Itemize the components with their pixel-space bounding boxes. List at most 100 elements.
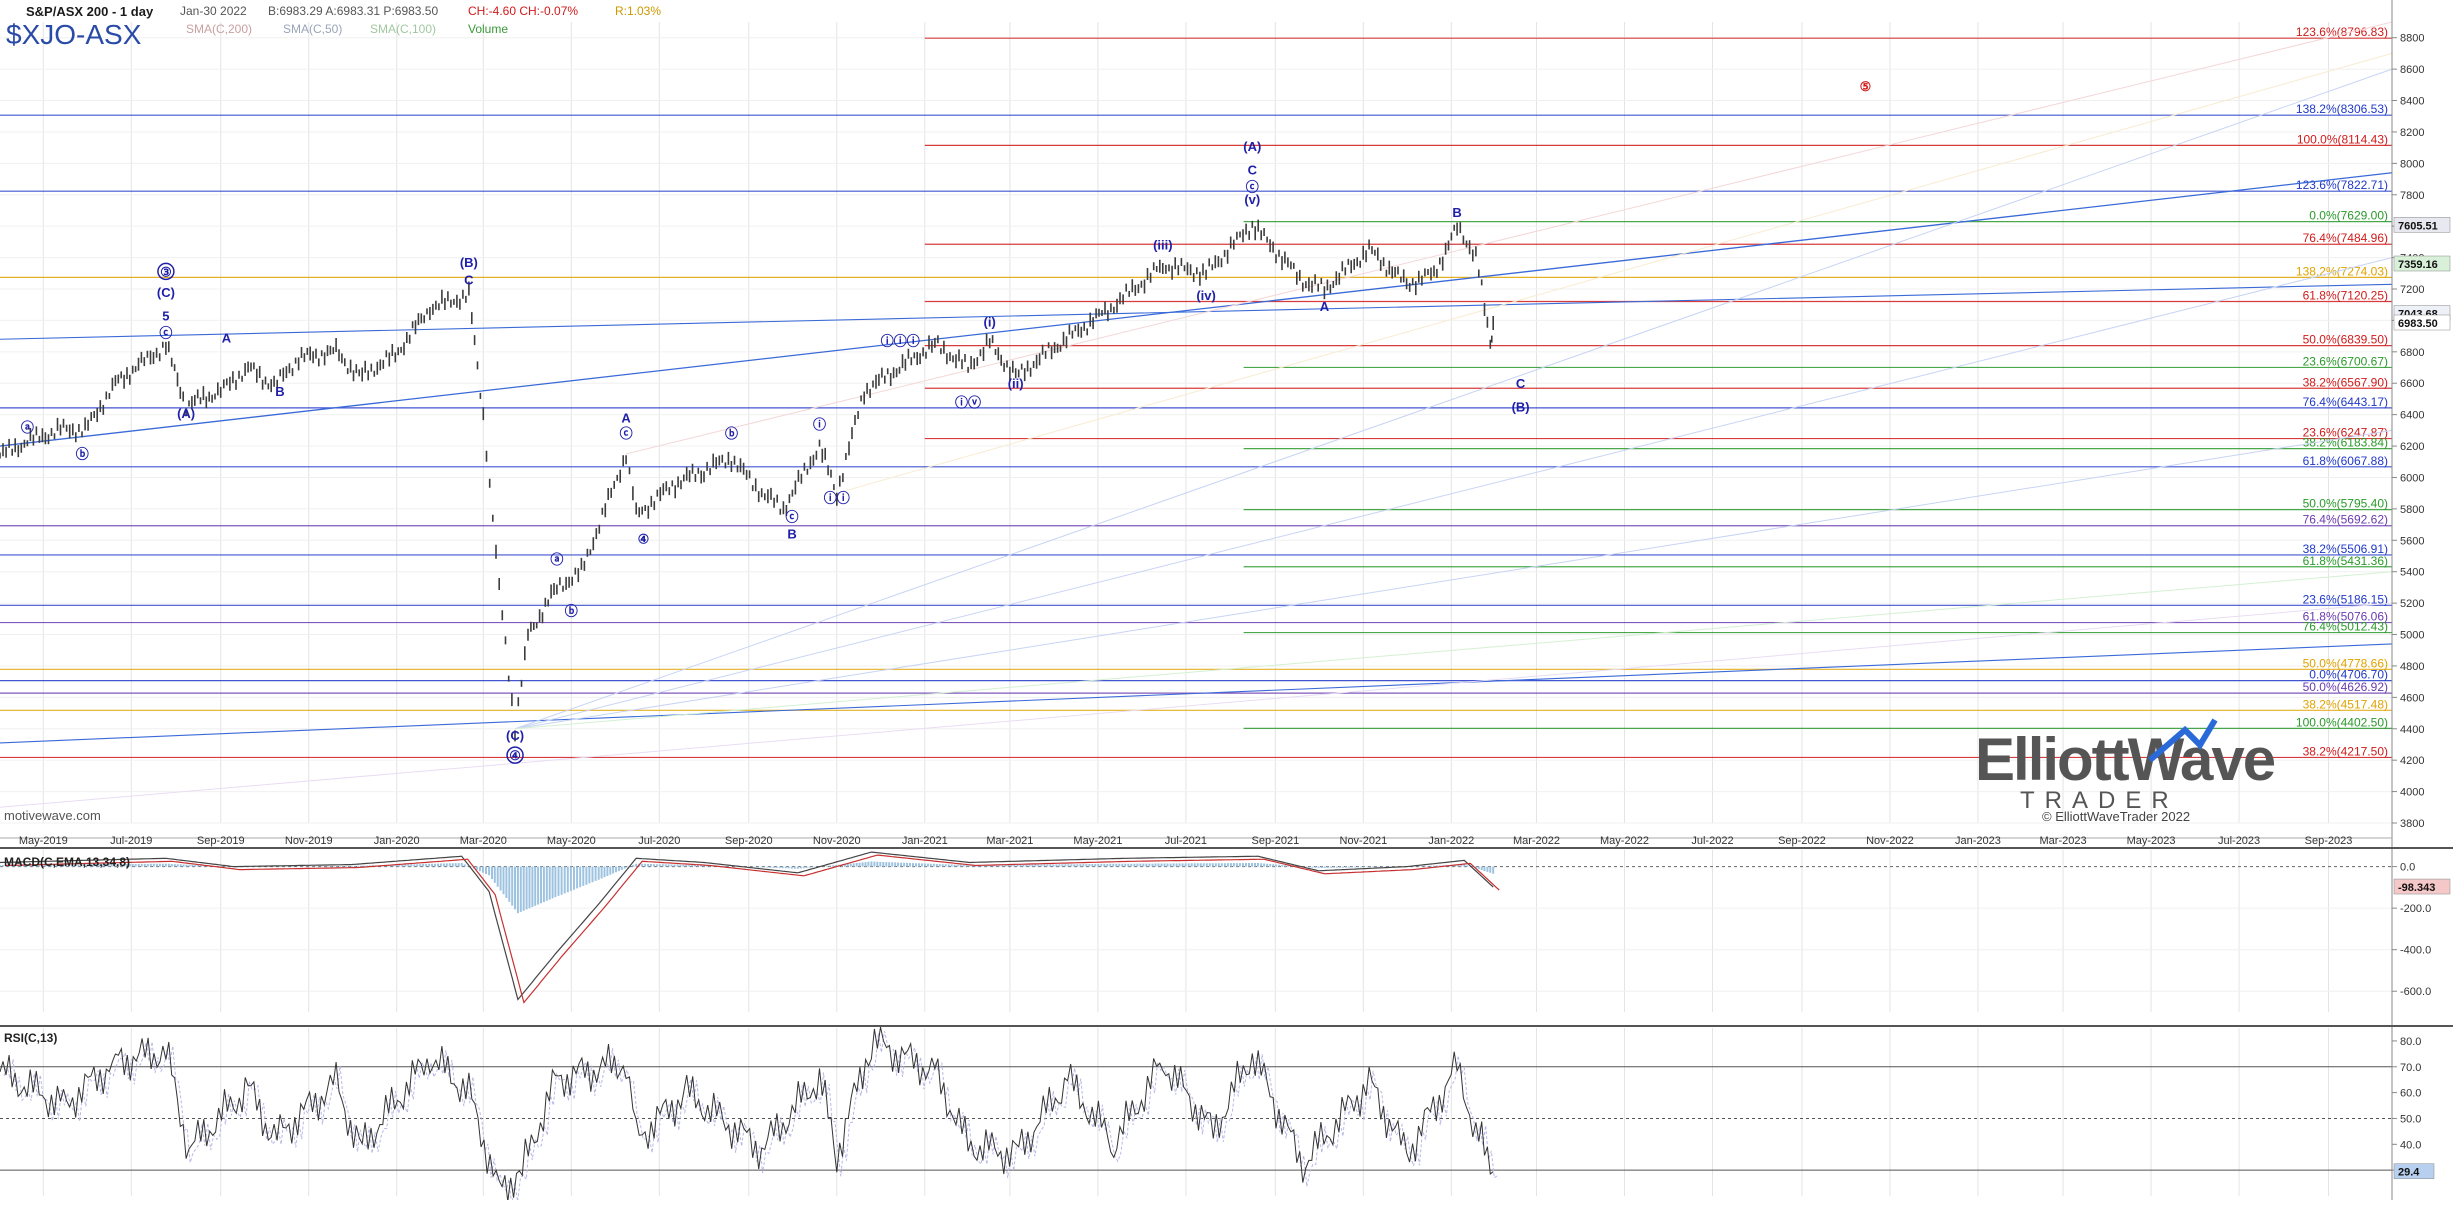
- x-tick-label: Nov-2021: [1340, 835, 1388, 847]
- x-tick-label: May-2019: [19, 835, 68, 847]
- rsi-line: [0, 1026, 1494, 1202]
- fib-level-label: 123.6%(7822.71): [2296, 178, 2388, 192]
- x-tick-label: Nov-2019: [285, 835, 333, 847]
- fib-level-label: 61.8%(7120.25): [2303, 289, 2388, 303]
- svg-text:ElliottWave: ElliottWave: [1975, 726, 2275, 793]
- fib-level-label: 23.6%(6700.67): [2303, 354, 2388, 368]
- x-tick-label: Jan-2021: [902, 835, 948, 847]
- x-tick-label: May-2020: [547, 835, 596, 847]
- trend-line: [515, 571, 2393, 730]
- trend-line: [514, 429, 2393, 730]
- x-tick-label: Sep-2023: [2305, 835, 2353, 847]
- y-tick-label: 5600: [2400, 535, 2424, 547]
- trend-line: [514, 68, 2393, 730]
- y-tick-label: 8400: [2400, 96, 2424, 108]
- y-tick-label: 5000: [2400, 630, 2424, 642]
- price-bars: [0, 219, 1494, 742]
- fib-level-label: 123.6%(8796.83): [2296, 25, 2388, 39]
- y-tick-label: 5800: [2400, 504, 2424, 516]
- x-tick-label: Sep-2020: [725, 835, 773, 847]
- x-tick-label: Nov-2022: [1866, 835, 1914, 847]
- fib-level-label: 76.4%(5012.43): [2303, 620, 2388, 634]
- fib-level-label: 61.8%(5431.36): [2303, 554, 2388, 568]
- wave-label: ⑤: [1860, 79, 1872, 94]
- fib-level-label: 50.0%(5795.40): [2303, 497, 2388, 511]
- macd-tick-label: -600.0: [2400, 986, 2431, 998]
- wave-label: ⓑ: [76, 447, 89, 462]
- x-tick-label: Jan-2022: [1428, 835, 1474, 847]
- wave-label: 5: [162, 308, 169, 323]
- header-change: CH:-4.60 CH:-0.07%: [468, 4, 578, 18]
- wave-label: ⓑ: [565, 604, 578, 619]
- y-tick-label: 6800: [2400, 347, 2424, 359]
- wave-label: (A): [1243, 139, 1261, 154]
- x-tick-label: Mar-2023: [2040, 835, 2087, 847]
- wave-label: ⓒ: [786, 509, 799, 524]
- x-tick-label: Mar-2020: [460, 835, 507, 847]
- fib-level-label: 138.2%(8306.53): [2296, 102, 2388, 116]
- symbol-name: $XJO-ASX: [6, 19, 142, 50]
- header-quote: B:6983.29 A:6983.31 P:6983.50: [268, 4, 438, 18]
- chart-root: 123.6%(8796.83) 138.2%(8306.53) 100.0%(811…: [0, 0, 2453, 1205]
- wave-label: B: [1452, 205, 1461, 220]
- y-tick-label: 4200: [2400, 755, 2424, 767]
- rsi-tick-label: 40.0: [2400, 1139, 2421, 1151]
- chart-title: S&P/ASX 200 - 1 day: [26, 4, 154, 19]
- wave-label: (C): [157, 285, 175, 300]
- wave-label: A: [1320, 299, 1330, 314]
- y-tick-label: 4800: [2400, 661, 2424, 673]
- study-sma100[interactable]: SMA(C,100): [370, 22, 436, 36]
- study-sma200[interactable]: SMA(C,200): [186, 22, 252, 36]
- y-tick-label: 6400: [2400, 410, 2424, 422]
- x-tick-label: Jan-2023: [1955, 835, 2001, 847]
- elliottwave-logo: ElliottWave TRADER © ElliottWaveTrader 2…: [1975, 718, 2277, 824]
- macd-tick-label: -400.0: [2400, 945, 2431, 957]
- axes-layer: May-2019 Jul-2019 Sep-2019 Nov-2019 Jan-2020…: [0, 0, 2453, 1200]
- wave-label: ⓘⓘ: [824, 491, 850, 506]
- rsi-tick-label: 80.0: [2400, 1036, 2421, 1048]
- x-tick-label: Jul-2022: [1691, 835, 1733, 847]
- fib-level-label: 100.0%(8114.43): [2297, 132, 2388, 146]
- wave-label: B: [787, 527, 796, 542]
- y-tick-label: 6000: [2400, 472, 2424, 484]
- y-tick-label: 4400: [2400, 724, 2424, 736]
- wave-label: (A): [177, 406, 195, 421]
- y-tick-label: 6200: [2400, 441, 2424, 453]
- macd-title: MACD(C,EMA,13,34,8): [4, 855, 130, 869]
- study-sma50[interactable]: SMA(C,50): [283, 22, 342, 36]
- wave-label: (B): [460, 255, 478, 270]
- x-tick-label: Nov-2020: [813, 835, 861, 847]
- wave-label: ④: [509, 748, 521, 763]
- fib-level-label: 38.2%(4517.48): [2303, 697, 2388, 711]
- wave-label: ⓑ: [725, 426, 738, 441]
- price-label: 6983.50: [2398, 318, 2438, 330]
- x-tick-label: Mar-2022: [1513, 835, 1560, 847]
- fib-level-label: 50.0%(4626.92): [2303, 680, 2388, 694]
- x-tick-label: Sep-2021: [1251, 835, 1299, 847]
- wave-label: C: [1248, 162, 1258, 177]
- y-tick-label: 7200: [2400, 284, 2424, 296]
- x-tick-label: Jul-2020: [638, 835, 680, 847]
- wave-label: ⓘ: [813, 417, 826, 432]
- chart-canvas[interactable]: 123.6%(8796.83) 138.2%(8306.53) 100.0%(811…: [0, 0, 2453, 1205]
- study-volume[interactable]: Volume: [468, 22, 508, 36]
- trend-line: [514, 257, 2393, 730]
- macd-last-label: -98.343: [2398, 882, 2435, 894]
- rsi-last-label: 29.4: [2398, 1167, 2420, 1179]
- x-tick-label: Jul-2019: [110, 835, 152, 847]
- wave-label: ⓒ: [620, 426, 633, 441]
- price-label: 7359.16: [2398, 259, 2438, 271]
- y-tick-label: 8000: [2400, 158, 2424, 170]
- fib-level-label: 50.0%(6839.50): [2303, 333, 2388, 347]
- y-tick-label: 6600: [2400, 378, 2424, 390]
- y-tick-label: 3800: [2400, 818, 2424, 830]
- wave-label: ⓐ: [21, 420, 34, 435]
- y-tick-label: 8800: [2400, 33, 2424, 45]
- y-tick-label: 4000: [2400, 787, 2424, 799]
- wave-label: (iii): [1153, 238, 1173, 253]
- trend-line: [0, 172, 2393, 447]
- wave-label: B: [275, 384, 284, 399]
- x-tick-label: Sep-2022: [1778, 835, 1826, 847]
- wave-label: ⓒ: [159, 326, 172, 341]
- wave-label: C: [1516, 376, 1526, 391]
